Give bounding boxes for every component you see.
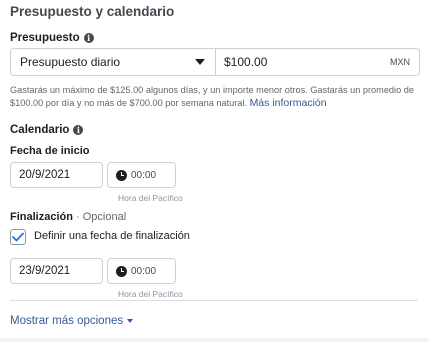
section-title: Presupuesto y calendario xyxy=(10,4,175,19)
budget-label: Presupuesto xyxy=(10,32,80,44)
optional-tag: · Opcional xyxy=(76,211,127,223)
budget-amount-input[interactable]: $100.00 MXN xyxy=(216,49,419,75)
start-date-input[interactable]: 20/9/2021 xyxy=(10,162,103,188)
info-icon[interactable]: i xyxy=(83,33,94,43)
end-label: Finalización xyxy=(10,211,73,223)
end-time-value: 00:00 xyxy=(131,265,157,277)
bottom-border xyxy=(0,338,428,342)
end-date-input[interactable]: 23/9/2021 xyxy=(10,258,103,284)
budget-help-text: Gastarás un máximo de $125.00 algunos dí… xyxy=(10,84,420,110)
more-info-link[interactable]: Más información xyxy=(250,97,327,109)
budget-type-value: Presupuesto diario xyxy=(20,55,121,69)
info-icon[interactable]: i xyxy=(73,125,84,135)
budget-label-row: Presupuesto i xyxy=(10,32,94,44)
end-date-label: Finalización · Opcional xyxy=(10,211,126,223)
more-options-label: Mostrar más opciones xyxy=(10,315,124,327)
start-time-input[interactable]: 00:00 xyxy=(107,162,176,188)
start-date-label: Fecha de inicio xyxy=(10,145,90,157)
start-timezone: Hora del Pacífico xyxy=(118,193,183,203)
clock-icon xyxy=(116,169,127,181)
end-date-checkbox-label[interactable]: Definir una fecha de finalización xyxy=(34,230,190,242)
divider xyxy=(10,300,418,301)
budget-type-select[interactable]: Presupuesto diario xyxy=(11,49,216,75)
start-time-value: 00:00 xyxy=(131,169,157,181)
end-timezone: Hora del Pacífico xyxy=(118,289,183,299)
caret-down-icon xyxy=(127,319,134,323)
budget-amount-value: $100.00 xyxy=(224,55,268,69)
end-time-input[interactable]: 00:00 xyxy=(107,258,176,284)
more-options-link[interactable]: Mostrar más opciones xyxy=(10,315,134,327)
end-date-checkbox[interactable] xyxy=(10,229,26,245)
budget-help-body: Gastarás un máximo de $125.00 algunos dí… xyxy=(10,85,414,108)
check-icon xyxy=(12,232,24,242)
schedule-label: Calendario xyxy=(10,124,70,136)
clock-icon xyxy=(116,265,127,277)
currency-label: MXN xyxy=(390,57,410,67)
budget-row: Presupuesto diario $100.00 MXN xyxy=(10,48,420,76)
caret-down-icon xyxy=(195,59,205,65)
schedule-label-row: Calendario i xyxy=(10,124,84,136)
